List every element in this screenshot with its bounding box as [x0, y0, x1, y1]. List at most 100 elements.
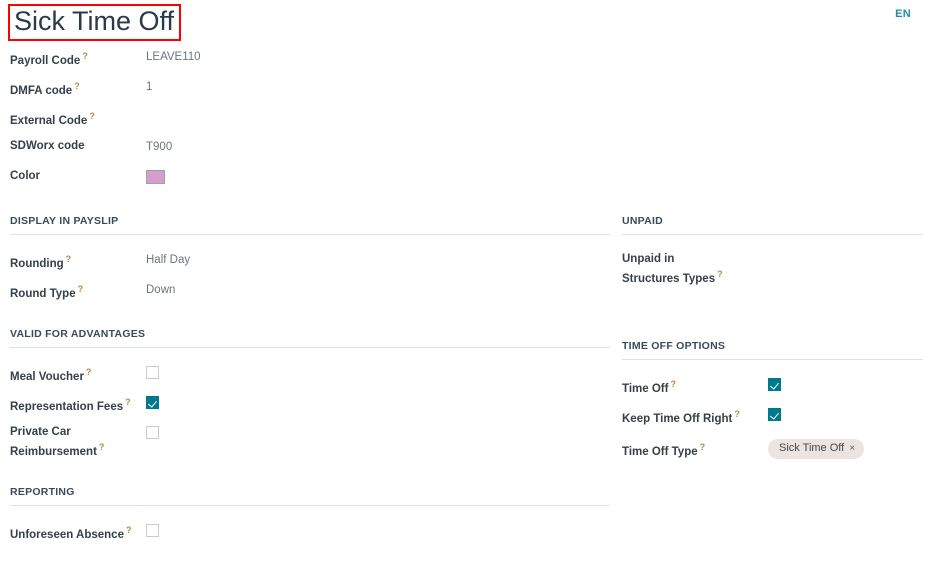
field-label-text: Keep Time Off Right — [622, 412, 733, 425]
help-icon[interactable]: ? — [670, 379, 676, 389]
help-icon[interactable]: ? — [717, 269, 723, 279]
checkbox-unforeseen-absence[interactable] — [146, 523, 159, 537]
help-icon[interactable]: ? — [700, 442, 706, 452]
section-divider — [622, 358, 923, 360]
checkbox-private-car-reimbursement[interactable] — [146, 426, 159, 439]
field-label-time-off: Time Off? — [622, 376, 768, 397]
field-label-text: Private Car Reimbursement — [10, 426, 97, 458]
section-title-valid-for-advantages: VALID FOR ADVANTAGES — [10, 328, 146, 340]
field-row-unforeseen-absence: Unforeseen Absence? — [10, 522, 610, 543]
field-label-keep-time-off-right: Keep Time Off Right? — [622, 406, 768, 427]
field-label-round-type: Round Type? — [10, 281, 146, 302]
page-title-wrapper: Sick Time Off — [8, 4, 182, 42]
help-icon[interactable]: ? — [89, 111, 95, 121]
tag-label: Sick Time Off — [779, 442, 845, 455]
color-swatch[interactable] — [146, 170, 165, 184]
help-icon[interactable]: ? — [99, 442, 105, 452]
field-label-payroll-code: Payroll Code? — [10, 48, 146, 69]
field-row-keep-time-off-right: Keep Time Off Right? — [622, 406, 923, 427]
field-label-text: Meal Voucher — [10, 370, 84, 383]
section-divider — [622, 234, 923, 235]
field-label-text: DMFA code — [10, 84, 73, 97]
field-row-meal-voucher: Meal Voucher? — [10, 364, 610, 385]
field-value-sdworx-code[interactable]: T900 — [146, 138, 610, 155]
field-label-sdworx-code: SDWorx code — [10, 138, 146, 154]
field-label-meal-voucher: Meal Voucher? — [10, 364, 146, 385]
field-value-round-type[interactable]: Down — [146, 281, 610, 298]
title-highlight-box: Sick Time Off — [8, 4, 182, 42]
field-row-round-type: Round Type? Down — [10, 281, 610, 302]
section-unpaid: UNPAID Unpaid in Structures Types? — [622, 215, 923, 287]
field-label-rounding: Rounding? — [10, 251, 146, 272]
section-title-time-off-options: TIME OFF OPTIONS — [622, 339, 726, 352]
section-divider — [10, 504, 610, 506]
field-row-sdworx-code: SDWorx code T900 — [10, 138, 610, 159]
tag-time-off-type[interactable]: Sick Time Off × — [768, 439, 865, 460]
form-column-left: Payroll Code? LEAVE110 DMFA code? 1 Exte… — [10, 48, 610, 552]
field-label-color: Color — [10, 168, 146, 184]
help-icon[interactable]: ? — [66, 254, 72, 264]
section-display-in-payslip: DISPLAY IN PAYSLIP Rounding? Half Day Ro… — [10, 215, 610, 302]
field-value-color — [146, 168, 610, 189]
help-icon[interactable]: ? — [82, 51, 88, 61]
help-icon[interactable]: ? — [734, 409, 740, 419]
help-icon[interactable]: ? — [126, 525, 132, 535]
language-switcher[interactable]: EN — [895, 8, 911, 20]
field-label-text: Rounding — [10, 257, 64, 270]
section-title-unpaid: UNPAID — [622, 215, 663, 227]
field-row-time-off: Time Off? — [622, 376, 923, 397]
checkbox-representation-fees[interactable] — [146, 396, 159, 409]
form-column-right: UNPAID Unpaid in Structures Types? TIME … — [622, 215, 923, 469]
field-row-time-off-type: Time Off Type? Sick Time Off × — [622, 439, 923, 460]
section-time-off-options: TIME OFF OPTIONS Time Off? Keep Time Off… — [622, 340, 923, 460]
field-label-private-car-reimbursement: Private Car Reimbursement? — [10, 424, 130, 460]
field-value-unpaid-in-structures-types[interactable] — [732, 251, 923, 252]
help-icon[interactable]: ? — [125, 397, 131, 407]
field-label-text: Payroll Code — [10, 54, 81, 67]
field-label-text: Time Off — [622, 382, 669, 395]
checkbox-keep-time-off-right[interactable] — [768, 407, 781, 421]
section-divider — [10, 347, 610, 348]
section-reporting: REPORTING Unforeseen Absence? — [10, 486, 610, 543]
help-icon[interactable]: ? — [86, 367, 92, 377]
field-value-time-off-type: Sick Time Off × — [768, 439, 923, 460]
work-entry-type-form: EN Sick Time Off Payroll Code? LEAVE110 … — [0, 0, 933, 562]
field-row-payroll-code: Payroll Code? LEAVE110 — [10, 48, 610, 69]
field-label-dmfa-code: DMFA code? — [10, 78, 146, 99]
field-value-dmfa-code[interactable]: 1 — [146, 78, 610, 95]
field-label-external-code: External Code? — [10, 108, 146, 129]
field-label-text: Representation Fees — [10, 400, 124, 413]
field-value-rounding[interactable]: Half Day — [146, 251, 610, 268]
field-row-unpaid-in-structures-types: Unpaid in Structures Types? — [622, 251, 923, 287]
field-label-text: SDWorx code — [10, 140, 85, 152]
section-title-display-in-payslip: DISPLAY IN PAYSLIP — [10, 215, 119, 227]
field-label-text: Unforeseen Absence — [10, 528, 124, 541]
field-label-text: Color — [10, 170, 41, 182]
field-label-time-off-type: Time Off Type? — [622, 439, 768, 460]
tag-remove-icon[interactable]: × — [849, 442, 855, 455]
field-label-unforeseen-absence: Unforeseen Absence? — [10, 522, 146, 543]
section-divider — [10, 234, 610, 235]
field-value-payroll-code[interactable]: LEAVE110 — [146, 48, 610, 65]
field-row-rounding: Rounding? Half Day — [10, 251, 610, 272]
field-label-text: Round Type — [10, 287, 76, 300]
field-row-dmfa-code: DMFA code? 1 — [10, 78, 610, 99]
help-icon[interactable]: ? — [74, 81, 80, 91]
field-row-color: Color — [10, 168, 610, 189]
field-label-text: Time Off Type — [622, 445, 698, 458]
help-icon[interactable]: ? — [78, 284, 84, 294]
field-value-external-code[interactable] — [146, 108, 610, 109]
field-label-representation-fees: Representation Fees? — [10, 394, 146, 415]
checkbox-time-off[interactable] — [768, 377, 781, 391]
section-valid-for-advantages: VALID FOR ADVANTAGES Meal Voucher? Repre… — [10, 328, 610, 460]
layout-spacer — [622, 296, 923, 314]
field-label-text: Unpaid in Structures Types — [622, 253, 716, 285]
section-title-reporting: REPORTING — [10, 485, 75, 498]
page-title[interactable]: Sick Time Off — [14, 6, 174, 36]
field-row-representation-fees: Representation Fees? — [10, 394, 610, 415]
field-label-unpaid-in-structures-types: Unpaid in Structures Types? — [622, 251, 732, 287]
field-row-private-car-reimbursement: Private Car Reimbursement? — [10, 424, 610, 460]
field-row-external-code: External Code? — [10, 108, 610, 129]
field-label-text: External Code — [10, 114, 88, 127]
checkbox-meal-voucher[interactable] — [146, 366, 159, 379]
